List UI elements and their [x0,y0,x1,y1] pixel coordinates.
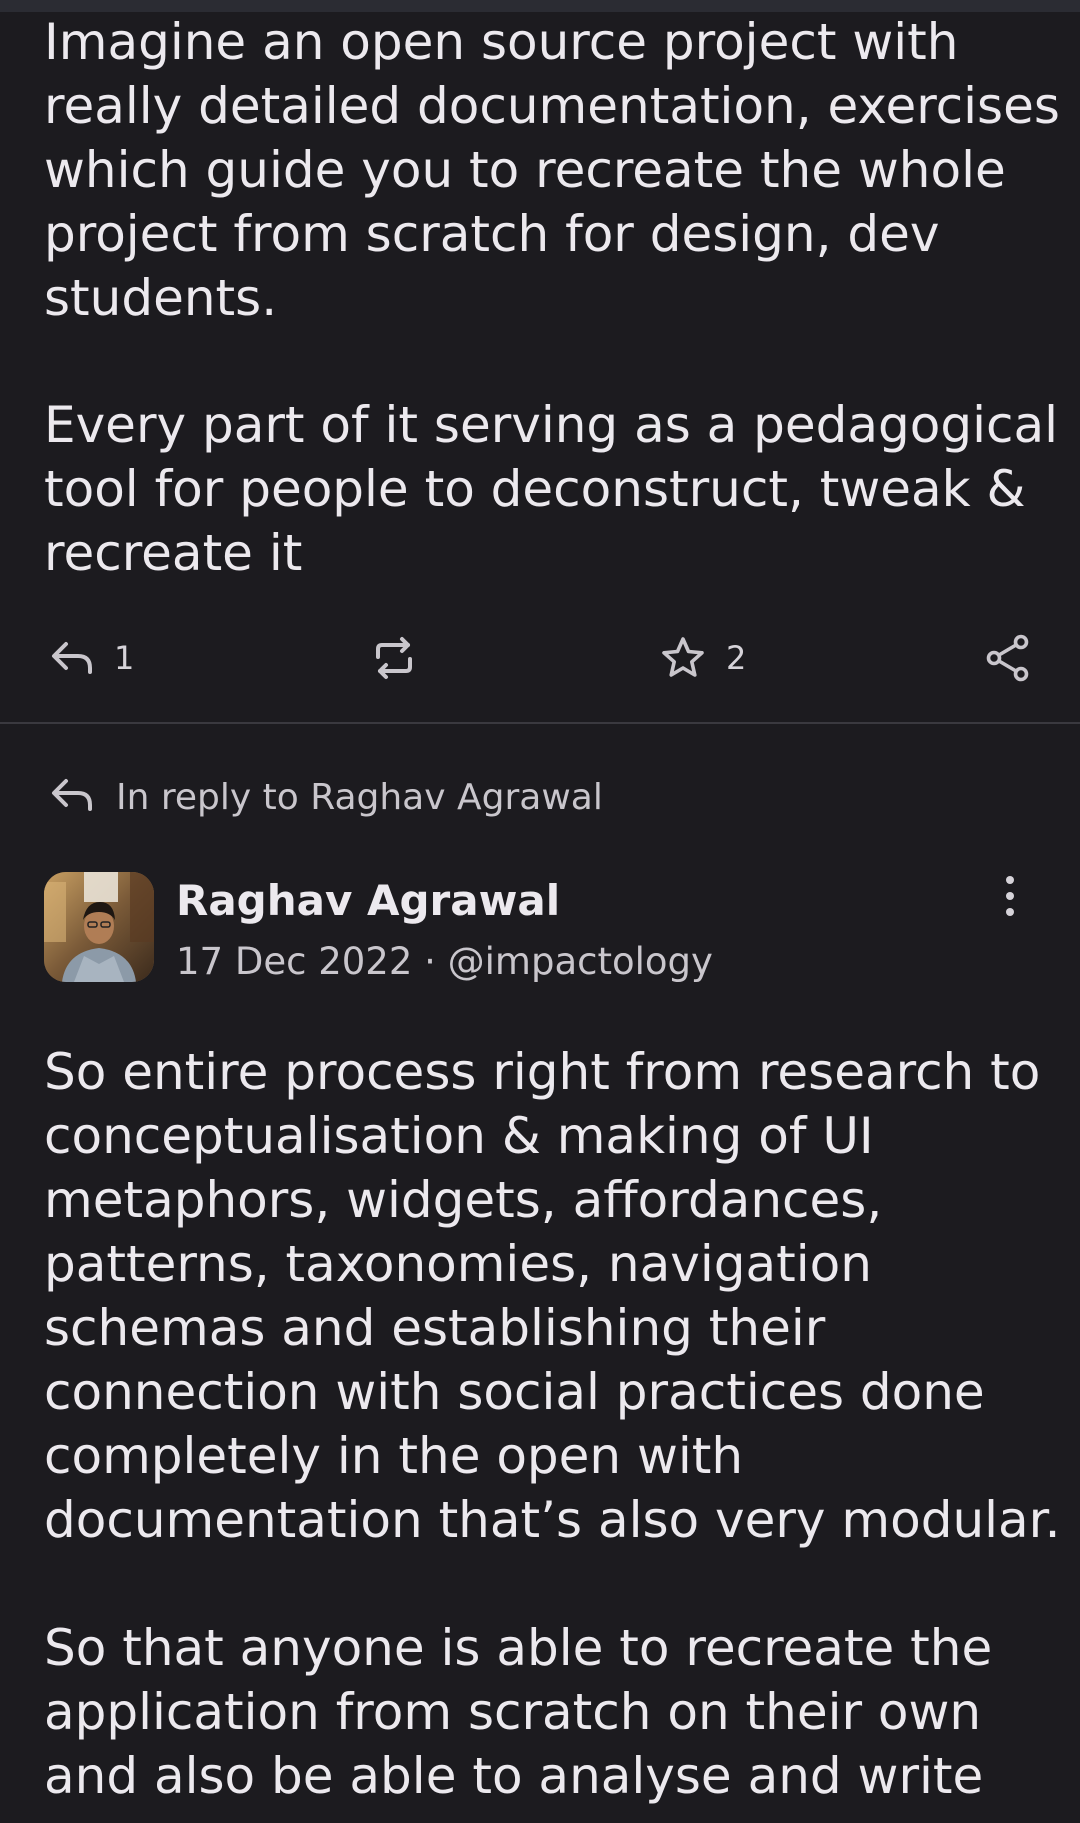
reply-line: patterns, taxonomies, navigation [44,1235,872,1293]
reply-line: metaphors, widgets, affordances, [44,1171,883,1229]
avatar[interactable] [44,872,154,982]
post-meta: 17 Dec 2022 · @impactology [176,940,713,983]
reply-line: schemas and establishing their [44,1299,826,1357]
star-button[interactable]: 2 [660,626,746,690]
menu-dot [1006,892,1014,900]
reply-line: connection with social practices done [44,1363,985,1421]
post-line: recreate it [44,524,303,582]
post-line: tool for people to deconstruct, tweak & [44,460,1026,518]
reply-icon [50,638,94,678]
post-line: Every part of it serving as a pedagogica… [44,396,1059,454]
reply-body-paragraph-1: So entire process right from research to… [44,1040,1061,1552]
repost-icon [372,635,416,681]
reply-button[interactable]: 1 [50,626,134,690]
reply-line: completely in the open with [44,1427,744,1485]
reply-line: So that anyone is able to recreate the [44,1619,993,1677]
star-count: 2 [726,639,747,677]
repost-button[interactable] [372,626,416,690]
reply-icon [50,775,94,819]
reply-line: and also be able to analyse and write [44,1747,984,1805]
post-line: which guide you to recreate the whole [44,141,1006,199]
reply-count: 1 [114,639,135,677]
post-divider [0,722,1080,724]
post-line: project from scratch for design, dev [44,205,940,263]
reply-line: application from scratch on their own [44,1683,982,1741]
post-line: students. [44,269,278,327]
in-reply-to-link[interactable]: In reply to Raghav Agrawal [50,772,603,822]
more-vertical-icon[interactable] [990,872,1030,920]
share-icon [986,634,1030,682]
star-icon [660,635,706,681]
in-reply-to-label: In reply to Raghav Agrawal [116,776,603,818]
reply-body-paragraph-2: So that anyone is able to recreate the a… [44,1616,1044,1808]
menu-dot [1006,908,1014,916]
post-body-paragraph-2: Every part of it serving as a pedagogica… [44,393,1059,585]
author-name[interactable]: Raghav Agrawal [176,876,560,925]
post-line: really detailed documentation, exercises [44,77,1060,135]
reply-line: conceptualisation & making of UI [44,1107,874,1165]
reply-line: documentation that’s also very modular. [44,1491,1061,1549]
post-action-bar: 1 2 [0,626,1080,690]
share-button[interactable] [986,626,1030,690]
reply-line: So entire process right from research to [44,1043,1041,1101]
post-body-paragraph-1: Imagine an open source project with real… [44,10,1060,330]
post-line: Imagine an open source project with [44,13,959,71]
menu-dot [1006,876,1014,884]
